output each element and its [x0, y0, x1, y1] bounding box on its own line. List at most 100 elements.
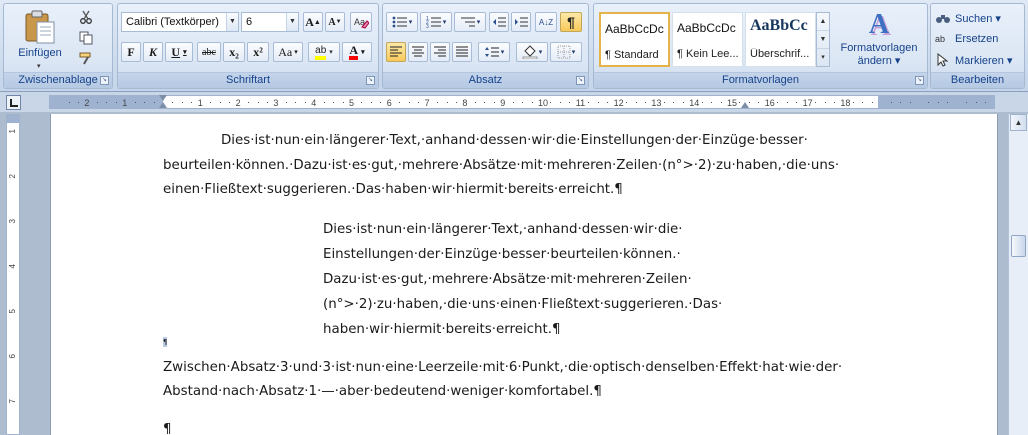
subscript-button[interactable]: x₂: [223, 42, 245, 62]
paragraph-2-line-4[interactable]: (n°>·2)·zu·haben,·die·uns·einen·Fließtex…: [323, 292, 722, 317]
ruler-tick: [219, 102, 221, 103]
scrollbar-thumb[interactable]: [1011, 235, 1026, 257]
ruler-tick: [720, 102, 722, 103]
line-spacing-button[interactable]: ▾: [478, 42, 510, 62]
change-case-button[interactable]: Aa ▾: [273, 42, 303, 62]
font-launcher-icon[interactable]: ↘: [366, 76, 375, 85]
align-right-button[interactable]: [430, 42, 450, 62]
bold-button[interactable]: F: [121, 42, 141, 62]
cut-button[interactable]: [76, 7, 96, 27]
style-heading[interactable]: AaBbCc Überschrif...: [745, 12, 816, 67]
replace-icon: ab: [935, 34, 946, 44]
underline-button[interactable]: U ▾: [165, 42, 193, 62]
paragraph-3-line-2[interactable]: Abstand·nach·Absatz·1·—·aber·bedeutend·w…: [163, 379, 602, 404]
styles-launcher-icon[interactable]: ↘: [915, 76, 924, 85]
ruler-tick: [408, 102, 410, 103]
horizontal-ruler[interactable]: 2 1 1 2 3 4 5 6 7 8 9 10 11 12 13 14 15 16 17 18: [49, 95, 995, 109]
clear-format-button[interactable]: Aa: [350, 12, 372, 32]
editing-group-label: Bearbeiten: [931, 72, 1024, 88]
hanging-indent-marker[interactable]: [159, 102, 167, 108]
paragraph-1-line-1[interactable]: Dies·ist·nun·ein·längerer·Text,·anhand·d…: [221, 128, 808, 153]
paragraph-2-line-2[interactable]: Einstellungen·der·Einzüge·besser·beurtei…: [323, 242, 681, 267]
clipboard-group: Einfügen ▾ Zwischenablage ↘: [3, 3, 113, 89]
decrease-indent-button[interactable]: [489, 12, 509, 32]
paragraph-2-line-5[interactable]: haben·wir·hiermit·bereits·erreicht.¶: [323, 317, 561, 342]
ruler-number: 17: [802, 98, 813, 108]
paragraph-4-mark[interactable]: ¶: [163, 417, 172, 435]
vertical-ruler[interactable]: 1 2 3 4 5 6 7: [6, 114, 20, 435]
copy-button[interactable]: [76, 28, 96, 48]
style-no-spacing[interactable]: AaBbCcDc ¶ Kein Lee...: [672, 12, 743, 67]
chevron-down-icon[interactable]: ▼: [286, 13, 298, 31]
paragraph-2-line-3[interactable]: Dazu·ist·es·gut,·mehrere·Absätze·mit·meh…: [323, 267, 692, 292]
format-painter-icon: [79, 52, 91, 65]
superscript-button[interactable]: x²: [247, 42, 269, 62]
ruler-tick: [342, 102, 344, 103]
grow-font-button[interactable]: A ▲: [303, 12, 323, 32]
chevron-up-icon[interactable]: ▲: [817, 13, 829, 31]
ruler-tick: [531, 102, 533, 103]
find-button[interactable]: Suchen ▾: [935, 8, 1001, 28]
align-left-icon: [390, 46, 402, 57]
bullets-button[interactable]: ▾: [386, 12, 418, 32]
first-line-indent-marker[interactable]: [159, 95, 167, 101]
font-color-button[interactable]: A ▾: [342, 42, 372, 62]
tab-selector-button[interactable]: [6, 95, 21, 110]
paste-button[interactable]: Einfügen ▾: [8, 6, 70, 70]
shading-button[interactable]: ▾: [516, 42, 548, 62]
ruler-tick: [96, 102, 98, 103]
change-styles-button[interactable]: A Formatvorlagen ändern ▾: [834, 8, 924, 70]
show-marks-button[interactable]: ¶: [560, 12, 582, 32]
clipboard-launcher-icon[interactable]: ↘: [100, 76, 109, 85]
style-standard[interactable]: AaBbCcDc ¶ Standard: [599, 12, 670, 67]
font-size-combo[interactable]: 6 ▼: [241, 12, 299, 32]
borders-button[interactable]: ▾: [550, 42, 582, 62]
ruler-tick: [285, 102, 287, 103]
ruler-tick: [626, 102, 628, 103]
top-margin-shade: [7, 115, 19, 123]
shrink-font-button[interactable]: A ▼: [325, 12, 345, 32]
find-label: Suchen ▾: [955, 12, 1001, 25]
document-page[interactable]: Dies·ist·nun·ein·längerer·Text,·anhand·d…: [50, 114, 998, 435]
font-name-combo[interactable]: Calibri (Textkörper) ▼: [121, 12, 239, 32]
paragraph-1-line-3[interactable]: einen·Fließtext·suggerieren.·Das·haben·w…: [163, 177, 623, 202]
scroll-up-icon[interactable]: ▲: [1010, 114, 1027, 131]
sort-button[interactable]: A↓Z: [535, 12, 557, 32]
ruler-tick: [862, 102, 864, 103]
ruler-number: 10: [538, 98, 549, 108]
chevron-down-icon[interactable]: ▼: [817, 31, 829, 49]
bullet-list-icon: [392, 16, 407, 28]
highlight-button[interactable]: ab ▾: [308, 42, 340, 62]
format-painter-button[interactable]: [76, 49, 96, 69]
pilcrow-icon: ¶: [567, 14, 575, 30]
align-left-button[interactable]: [386, 42, 406, 62]
italic-button[interactable]: K: [143, 42, 163, 62]
editing-group: Suchen ▾ ab Ersetzen Markieren ▾ Bearbei…: [930, 3, 1025, 89]
document-area: Dies·ist·nun·ein·längerer·Text,·anhand·d…: [22, 114, 1007, 435]
more-icon[interactable]: ▾: [817, 49, 829, 67]
paragraph-3-line-1[interactable]: Zwischen·Absatz·3·und·3·ist·nun·eine·Lee…: [163, 355, 842, 380]
paragraph-launcher-icon[interactable]: ↘: [576, 76, 585, 85]
paragraph-1-line-2[interactable]: beurteilen·können.·Dazu·ist·es·gut,·mehr…: [163, 153, 839, 178]
change-styles-label-2: ändern ▾: [857, 55, 901, 67]
chevron-down-icon[interactable]: ▼: [226, 13, 238, 31]
select-button[interactable]: Markieren ▾: [935, 50, 1012, 70]
multilevel-list-button[interactable]: ▾: [454, 12, 486, 32]
empty-paragraph-mark[interactable]: ¶: [163, 337, 168, 347]
font-group: Calibri (Textkörper) ▼ 6 ▼ A ▲ A ▼ Aa F K …: [117, 3, 379, 89]
increase-indent-button[interactable]: [511, 12, 531, 32]
numbering-button[interactable]: 1 2 3 ▾: [420, 12, 452, 32]
ruler-tick: [474, 102, 476, 103]
strikethrough-button[interactable]: abc: [197, 42, 221, 62]
ruler-tick: [644, 102, 646, 103]
ruler-tick: [144, 102, 146, 103]
vertical-scrollbar[interactable]: ▲: [1008, 114, 1028, 435]
paragraph-2-line-1[interactable]: Dies·ist·nun·ein·längerer·Text,·anhand·d…: [323, 217, 683, 242]
ruler-number: 7: [424, 98, 430, 108]
right-indent-marker[interactable]: [741, 102, 750, 108]
replace-button[interactable]: ab Ersetzen: [935, 29, 998, 49]
align-center-button[interactable]: [408, 42, 428, 62]
styles-group-label: Formatvorlagen: [594, 72, 927, 88]
ruler-tick: [588, 102, 590, 103]
justify-button[interactable]: [452, 42, 472, 62]
